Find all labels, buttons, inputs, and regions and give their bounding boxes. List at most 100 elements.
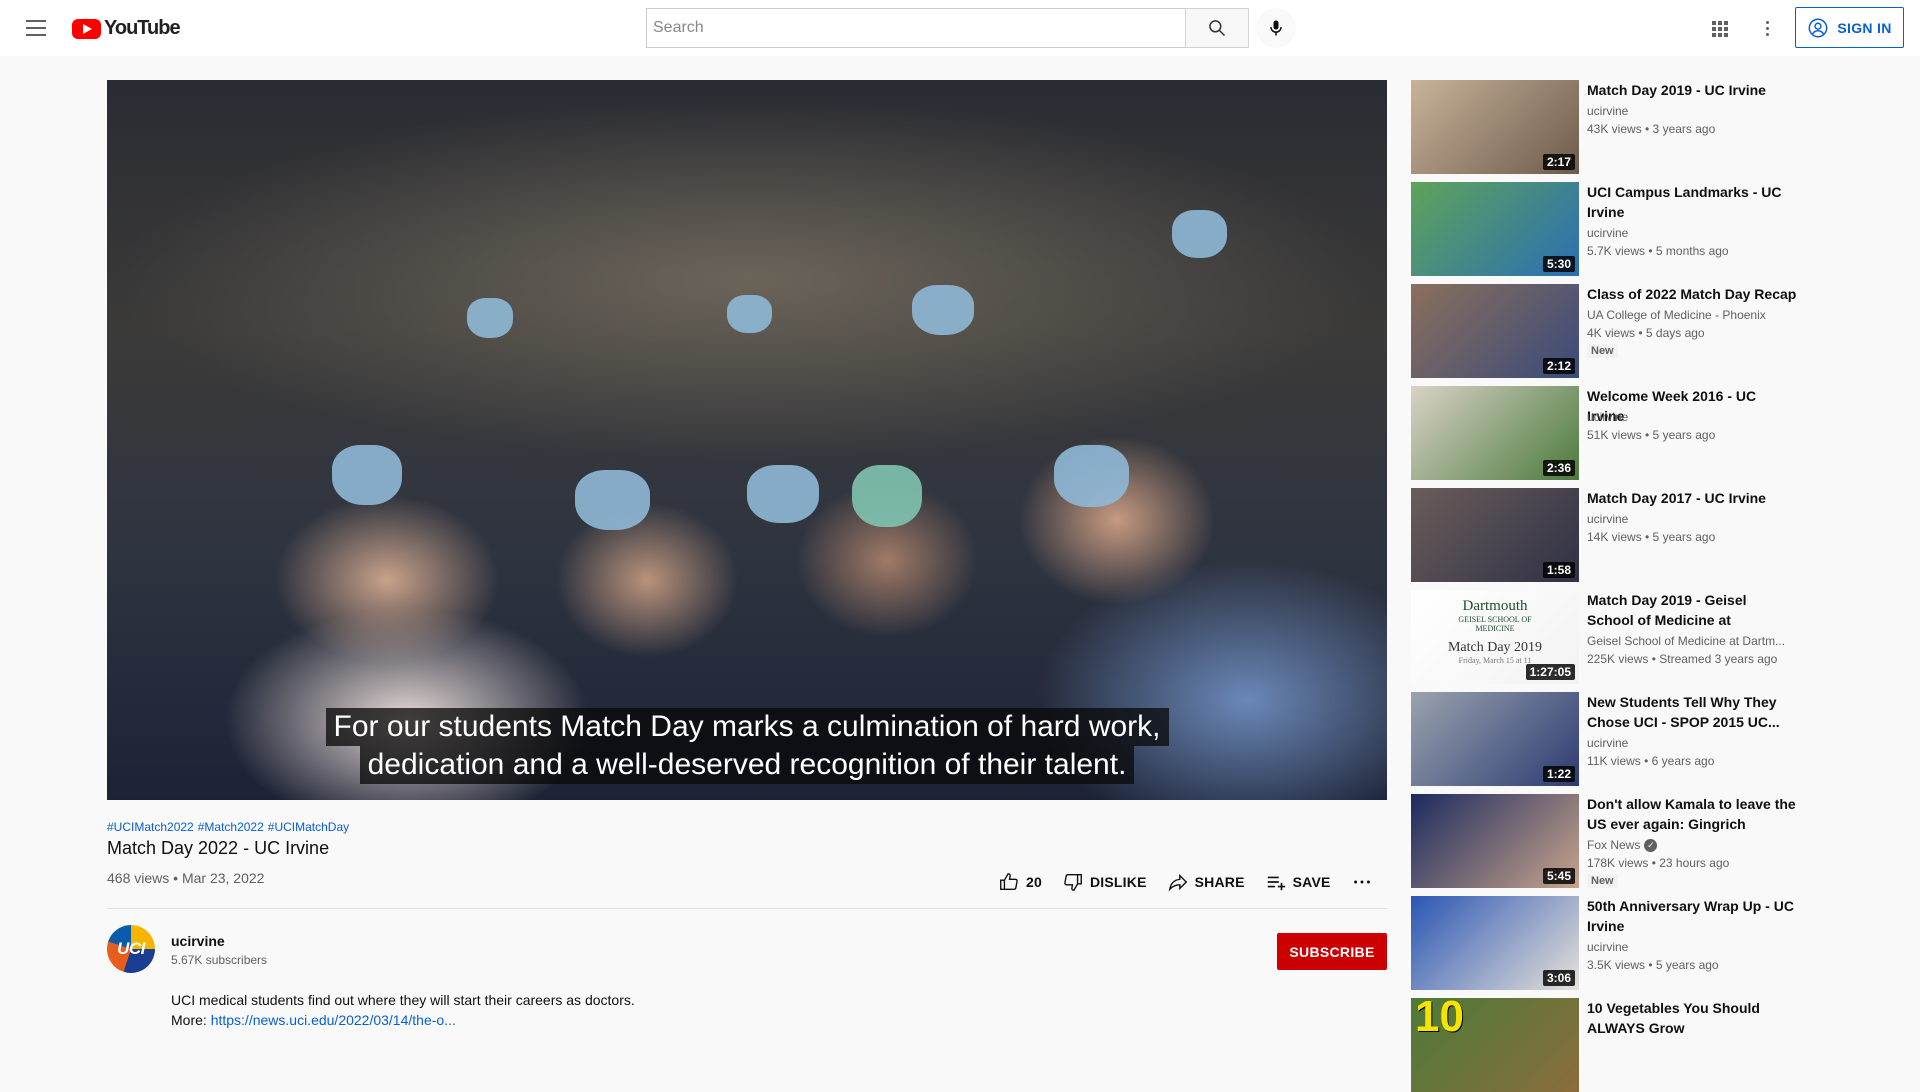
sign-in-button[interactable]: SIGN IN [1795, 7, 1904, 48]
video-duration: 5:45 [1542, 868, 1575, 884]
recommended-video-title[interactable]: Match Day 2017 - UC Irvine [1587, 488, 1797, 508]
video-captions: For our students Match Day marks a culmi… [107, 708, 1387, 784]
video-thumbnail[interactable]: 5:30 [1411, 182, 1579, 276]
video-thumbnail[interactable]: 2:17 [1411, 80, 1579, 174]
video-duration: 3:06 [1542, 970, 1575, 986]
search-bar [646, 8, 1249, 48]
recommended-channel-name[interactable]: ucirvine [1587, 410, 1797, 424]
hamburger-menu-icon[interactable] [24, 16, 48, 40]
recommended-video-stats: 14K views • 5 years ago [1587, 530, 1716, 544]
share-button[interactable]: SHARE [1167, 871, 1245, 893]
more-horizontal-icon [1353, 880, 1370, 884]
dislike-button[interactable]: DISLIKE [1062, 871, 1147, 893]
new-badge: New [1587, 874, 1618, 888]
video-player[interactable]: For our students Match Day marks a culmi… [107, 80, 1387, 800]
recommended-channel-name[interactable]: ucirvine [1587, 512, 1797, 526]
hashtag-link[interactable]: #UCIMatchDay [268, 820, 349, 834]
logo-text: YouTube [104, 17, 181, 39]
channel-avatar[interactable]: UCI [107, 925, 155, 973]
recommended-video-stats: 43K views • 3 years ago [1587, 122, 1716, 136]
recommended-video-title[interactable]: 50th Anniversary Wrap Up - UC Irvine [1587, 896, 1797, 936]
hashtags: #UCIMatch2022 #Match2022 #UCIMatchDay [107, 820, 353, 834]
save-button[interactable]: SAVE [1265, 871, 1331, 893]
channel-name[interactable]: ucirvine [171, 933, 225, 949]
video-thumbnail[interactable]: Dartmouth GEISEL SCHOOL OF MEDICINE Match D… [1411, 590, 1579, 684]
recommended-channel-name[interactable]: Geisel School of Medicine at Dartm... [1587, 634, 1797, 648]
description-more-label: More: [171, 1012, 207, 1028]
recommended-channel-name[interactable]: ucirvine [1587, 736, 1797, 750]
share-label: SHARE [1194, 874, 1245, 890]
description-line: UCI medical students find out where they… [171, 992, 635, 1008]
recommended-video-title[interactable]: Match Day 2019 - Geisel School of Medici… [1587, 590, 1797, 630]
new-badge: New [1587, 344, 1618, 358]
video-thumbnail[interactable]: 1:22 [1411, 692, 1579, 786]
recommended-video[interactable]: 2:17 Match Day 2019 - UC Irvine ucirvine 43… [1411, 80, 1811, 174]
recommended-video[interactable]: Dartmouth GEISEL SCHOOL OF MEDICINE Match D… [1411, 590, 1811, 684]
recommended-video-title[interactable]: Don't allow Kamala to leave the US ever … [1587, 794, 1797, 834]
apps-grid-icon[interactable] [1707, 16, 1731, 40]
video-thumbnail[interactable]: 3:06 [1411, 896, 1579, 990]
hashtag-link[interactable]: #Match2022 [198, 820, 264, 834]
video-thumbnail[interactable]: 5:45 [1411, 794, 1579, 888]
more-actions-button[interactable] [1351, 871, 1373, 893]
youtube-logo[interactable]: YouTube [72, 17, 181, 40]
video-thumbnail[interactable]: 10 [1411, 998, 1579, 1092]
thumbs-down-icon [1064, 873, 1082, 891]
video-duration: 2:12 [1542, 358, 1575, 374]
search-icon [1209, 20, 1226, 37]
recommended-video-title[interactable]: 10 Vegetables You Should ALWAYS Grow [1587, 998, 1797, 1038]
recommended-video[interactable]: 3:06 50th Anniversary Wrap Up - UC Irvine… [1411, 896, 1811, 990]
settings-more-icon[interactable] [1755, 16, 1779, 40]
recommended-video-stats: 178K views • 23 hours ago [1587, 856, 1730, 870]
recommended-video[interactable]: 2:12 Class of 2022 Match Day Recap UA Coll… [1411, 284, 1811, 378]
video-title: Match Day 2022 - UC Irvine [107, 838, 330, 858]
video-description: UCI medical students find out where they… [171, 990, 635, 1030]
recommended-video-stats: 5.7K views • 5 months ago [1587, 244, 1729, 258]
video-thumbnail[interactable]: 1:58 [1411, 488, 1579, 582]
recommended-video-stats: 3.5K views • 5 years ago [1587, 958, 1719, 972]
video-thumbnail[interactable]: 2:36 [1411, 386, 1579, 480]
caption-line-1: For our students Match Day marks a culmi… [325, 708, 1169, 746]
recommended-video-stats: 51K views • 5 years ago [1587, 428, 1716, 442]
video-thumbnail[interactable]: 2:12 [1411, 284, 1579, 378]
recommended-video-title[interactable]: Match Day 2019 - UC Irvine [1587, 80, 1797, 100]
video-frame [107, 80, 1387, 800]
voice-search-button[interactable] [1256, 8, 1296, 48]
sign-in-label: SIGN IN [1837, 19, 1892, 36]
recommended-video[interactable]: 2:36 Welcome Week 2016 - UC Irvine ucirvin… [1411, 386, 1811, 480]
recommended-video[interactable]: 1:22 New Students Tell Why They Chose UCI… [1411, 692, 1811, 786]
dislike-label: DISLIKE [1089, 874, 1147, 890]
thumbs-up-icon [1000, 873, 1018, 891]
recommended-video[interactable]: 5:30 UCI Campus Landmarks - UC Irvine ucir… [1411, 182, 1811, 276]
recommended-channel-name[interactable]: ucirvine [1587, 940, 1797, 954]
thumbnail-text: Dartmouth GEISEL SCHOOL OF MEDICINE Match D… [1447, 598, 1543, 665]
recommended-video[interactable]: 1:58 Match Day 2017 - UC Irvine ucirvine 14… [1411, 488, 1811, 582]
playlist-add-icon [1267, 876, 1285, 891]
subscribe-button[interactable]: SUBSCRIBE [1277, 933, 1387, 970]
recommended-video-title[interactable]: Class of 2022 Match Day Recap [1587, 284, 1797, 304]
hashtag-link[interactable]: #UCIMatch2022 [107, 820, 194, 834]
recommended-video-title[interactable]: New Students Tell Why They Chose UCI - S… [1587, 692, 1797, 732]
like-count: 20 [1026, 874, 1042, 890]
search-button[interactable] [1185, 8, 1249, 48]
description-link[interactable]: https://news.uci.edu/2022/03/14/the-o... [211, 1012, 456, 1028]
recommended-video-stats: 225K views • Streamed 3 years ago [1587, 652, 1778, 666]
video-duration: 1:27:05 [1525, 664, 1575, 680]
recommended-channel-name[interactable]: Fox News ✓ [1587, 838, 1797, 852]
thumbnail-text: 10 [1415, 998, 1464, 1041]
view-count: 468 views [107, 870, 170, 886]
recommended-video-title[interactable]: UCI Campus Landmarks - UC Irvine [1587, 182, 1797, 222]
video-duration: 2:36 [1542, 460, 1575, 476]
recommended-video[interactable]: 10 10 Vegetables You Should ALWAYS Grow [1411, 998, 1811, 1092]
recommended-channel-name[interactable]: UA College of Medicine - Phoenix [1587, 308, 1797, 322]
subscriber-count: 5.67K subscribers [171, 953, 268, 967]
recommended-video-stats: 4K views • 5 days ago [1587, 326, 1705, 340]
recommended-channel-name[interactable]: ucirvine [1587, 226, 1797, 240]
recommended-video[interactable]: 5:45 Don't allow Kamala to leave the US e… [1411, 794, 1811, 888]
search-input[interactable] [646, 8, 1185, 48]
like-button[interactable]: 20 [998, 871, 1042, 893]
verified-check-icon: ✓ [1644, 838, 1658, 852]
video-actions: 20 DISLIKE SHARE SAVE [998, 870, 1393, 894]
recommended-channel-name[interactable]: ucirvine [1587, 104, 1797, 118]
account-icon [1808, 18, 1828, 37]
